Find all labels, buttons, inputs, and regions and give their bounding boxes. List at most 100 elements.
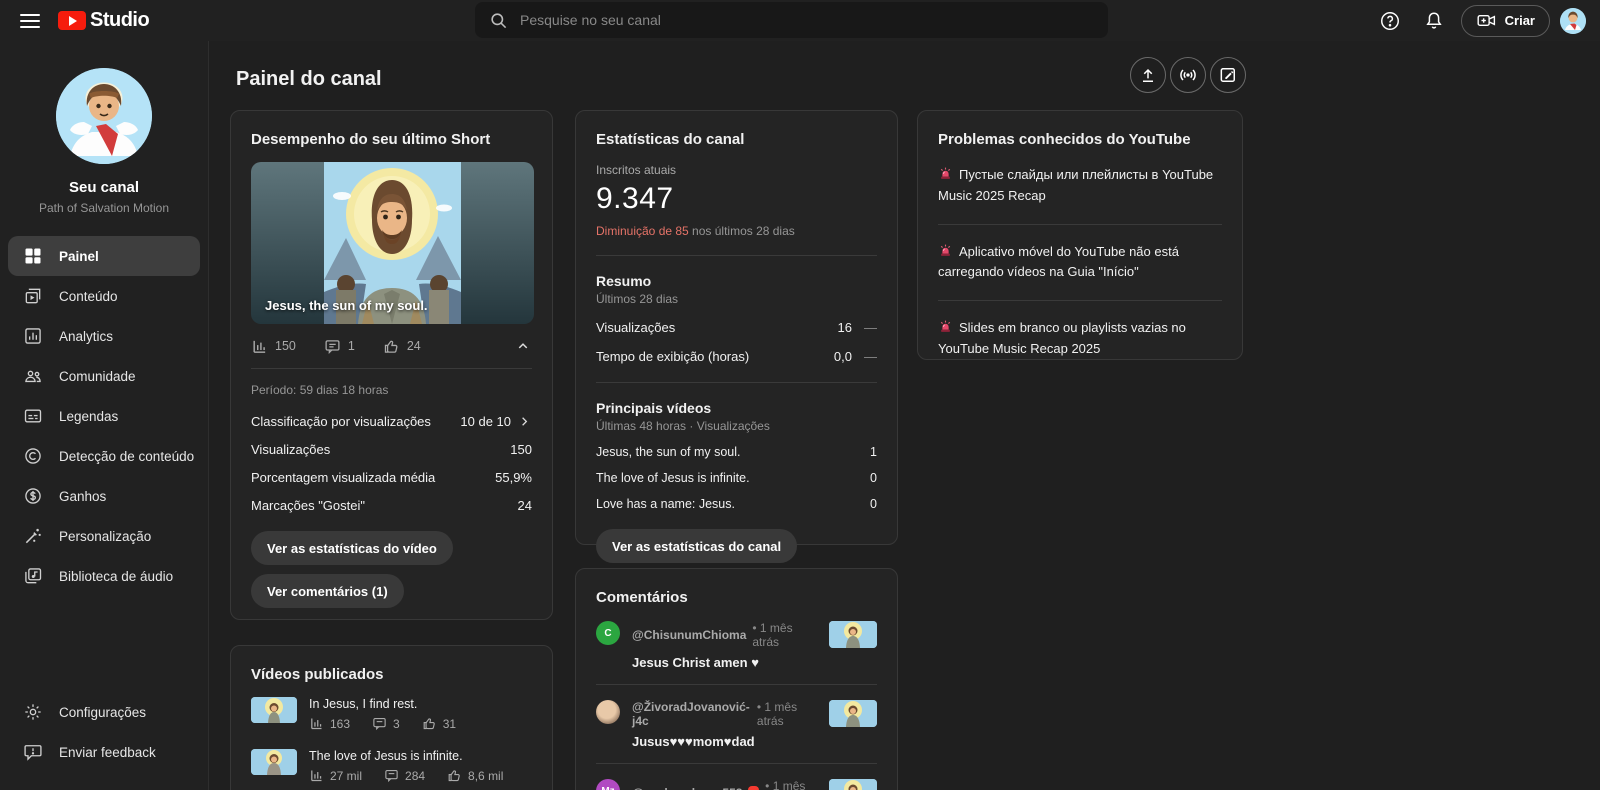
video-thumbnail [251,697,297,723]
video-stats-button[interactable]: Ver as estatísticas do vídeo [251,531,453,565]
collapse-stats-button[interactable] [514,337,532,355]
commenter-name[interactable]: @mzdecadence558 [632,786,742,790]
comment-row[interactable]: @ŽivoradJovanović-j4c • 1 mês atrás Jusu… [596,700,877,749]
delta-negative: Diminuição de 85 [596,224,689,238]
stat-row-views: Visualizações 150 [251,442,532,457]
sidebar-item-comunidade[interactable]: Comunidade [0,356,208,396]
stat-value: 150 [510,442,532,457]
sidebar-item-legendas[interactable]: Legendas [0,396,208,436]
stat-row-ranking[interactable]: Classificação por visualizações 10 de 10 [251,414,532,429]
search-bar[interactable] [475,2,1108,38]
go-live-button[interactable] [1170,57,1206,93]
customization-icon [22,525,44,547]
help-button[interactable] [1373,4,1407,38]
comment-body: @mzdecadence558 • 1 mês atrás I love you… [632,779,819,790]
video-thumbnail [251,749,297,775]
views-count: 163 [330,717,350,731]
go-live-icon [1178,65,1198,85]
comments-card: Comentários C @ChisunumChioma • 1 mês at… [575,568,898,790]
comment-video-thumbnail[interactable] [829,621,877,648]
short-video-thumbnail[interactable]: Jesus, the sun of my soul. [251,162,534,324]
sidebar-item-label: Biblioteca de áudio [59,569,173,584]
short-period: Período: 59 dias 18 horas [251,383,532,397]
chevron-right-icon [517,414,532,429]
subscribers-delta: Diminuição de 85 nos últimos 28 dias [596,224,877,238]
top-video-title: Jesus, the sun of my soul. [596,445,870,459]
sidebar-item-biblioteca[interactable]: Biblioteca de áudio [0,556,208,596]
sidebar-item-conteudo[interactable]: Conteúdo [0,276,208,316]
likes-count: 8,6 mil [468,769,503,783]
notifications-button[interactable] [1417,4,1451,38]
comment-time: • 1 mês atrás [752,621,819,649]
sidebar-item-personalizacao[interactable]: Personalização [0,516,208,556]
top-video-row[interactable]: Love has a name: Jesus. 0 [596,497,877,511]
top-video-row[interactable]: The love of Jesus is infinite. 0 [596,471,877,485]
comment-row[interactable]: C @ChisunumChioma • 1 mês atrás Jesus Ch… [596,621,877,670]
sidebar-item-analytics[interactable]: Analytics [0,316,208,356]
comments-stat: 1 [324,338,355,355]
channel-stats-title: Estatísticas do canal [596,131,877,148]
commenter-avatar[interactable]: C [596,621,620,645]
issue-text: Aplicativo móvel do YouTube não está car… [938,244,1179,280]
issue-text: Пустые слайды или плейлисты в YouTube Mu… [938,167,1213,203]
sidebar-item-label: Comunidade [59,369,136,384]
subscribers-label: Inscritos atuais [596,163,877,177]
comment-time: • 1 mês atrás [765,779,819,790]
known-issue-item[interactable]: Slides em branco ou playlists vazias no … [938,300,1222,377]
commenter-avatar[interactable] [596,700,620,724]
top-video-title: The love of Jesus is infinite. [596,471,870,485]
edit-button[interactable] [1210,57,1246,93]
comment-row[interactable]: Mz @mzdecadence558 • 1 mês atrás I love … [596,779,877,790]
views-count: 150 [275,339,296,353]
likes-count: 24 [407,339,421,353]
commenter-name[interactable]: @ŽivoradJovanović-j4c [632,700,751,728]
comment-video-thumbnail[interactable] [829,700,877,727]
video-title: In Jesus, I find rest. [309,697,532,711]
sidebar-footer: Configurações Enviar feedback [0,692,208,772]
sidebar-item-label: Ganhos [59,489,106,504]
youtube-logo-icon [58,11,86,30]
sidebar-item-deteccao[interactable]: Detecção de conteúdo [0,436,208,476]
top-video-title: Love has a name: Jesus. [596,497,870,511]
sidebar-item-configuracoes[interactable]: Configurações [0,692,208,732]
upload-video-button[interactable] [1130,57,1166,93]
published-video-row[interactable]: In Jesus, I find rest. 163 3 31 [251,697,532,731]
video-stats: 27 mil 284 8,6 mil [309,768,532,783]
comment-text: Jesus Christ amen ♥ [632,655,819,670]
brand-name: Studio [90,9,149,32]
search-input[interactable] [520,12,1094,28]
known-issues-card: Problemas conhecidos do YouTube Пустые с… [917,110,1243,360]
published-video-row[interactable]: The love of Jesus is infinite. 27 mil 28… [251,749,532,783]
top-video-row[interactable]: Jesus, the sun of my soul. 1 [596,445,877,459]
account-avatar[interactable] [1560,8,1586,34]
audio-library-icon [22,565,44,587]
sidebar-item-ganhos[interactable]: Ganhos [0,476,208,516]
summary-row-views: Visualizações 16 — [596,320,877,335]
stat-label: Marcações "Gostei" [251,498,518,513]
comment-video-thumbnail[interactable] [829,779,877,790]
bar-chart-icon [309,716,324,731]
youtube-studio-logo[interactable]: Studio [58,9,149,32]
main-content: Painel do canal Desempenho do seu último… [210,41,1600,790]
topbar-right: Criar [1373,0,1586,41]
hamburger-menu-button[interactable] [10,1,50,41]
known-issue-item[interactable]: Пустые слайды или плейлисты в YouTube Mu… [938,148,1222,224]
sidebar-item-painel[interactable]: Painel [8,236,200,276]
commenter-name[interactable]: @ChisunumChioma [632,628,746,642]
chevron-up-icon [514,337,532,355]
channel-avatar[interactable] [56,68,152,164]
page-actions [1130,57,1246,93]
top-video-views: 0 [870,471,877,485]
community-icon [22,365,44,387]
video-title: The love of Jesus is infinite. [309,749,532,763]
sidebar-item-feedback[interactable]: Enviar feedback [0,732,208,772]
create-button[interactable]: Criar [1461,5,1550,37]
commenter-avatar[interactable]: Mz [596,779,620,790]
content-icon [22,285,44,307]
video-comments-button[interactable]: Ver comentários (1) [251,574,404,608]
sidebar: Seu canal Path of Salvation Motion Paine… [0,41,209,790]
known-issue-item[interactable]: Aplicativo móvel do YouTube não está car… [938,224,1222,301]
channel-stats-button[interactable]: Ver as estatísticas do canal [596,529,797,563]
edit-icon [1218,65,1238,85]
short-mini-stats: 150 1 24 [251,337,532,355]
